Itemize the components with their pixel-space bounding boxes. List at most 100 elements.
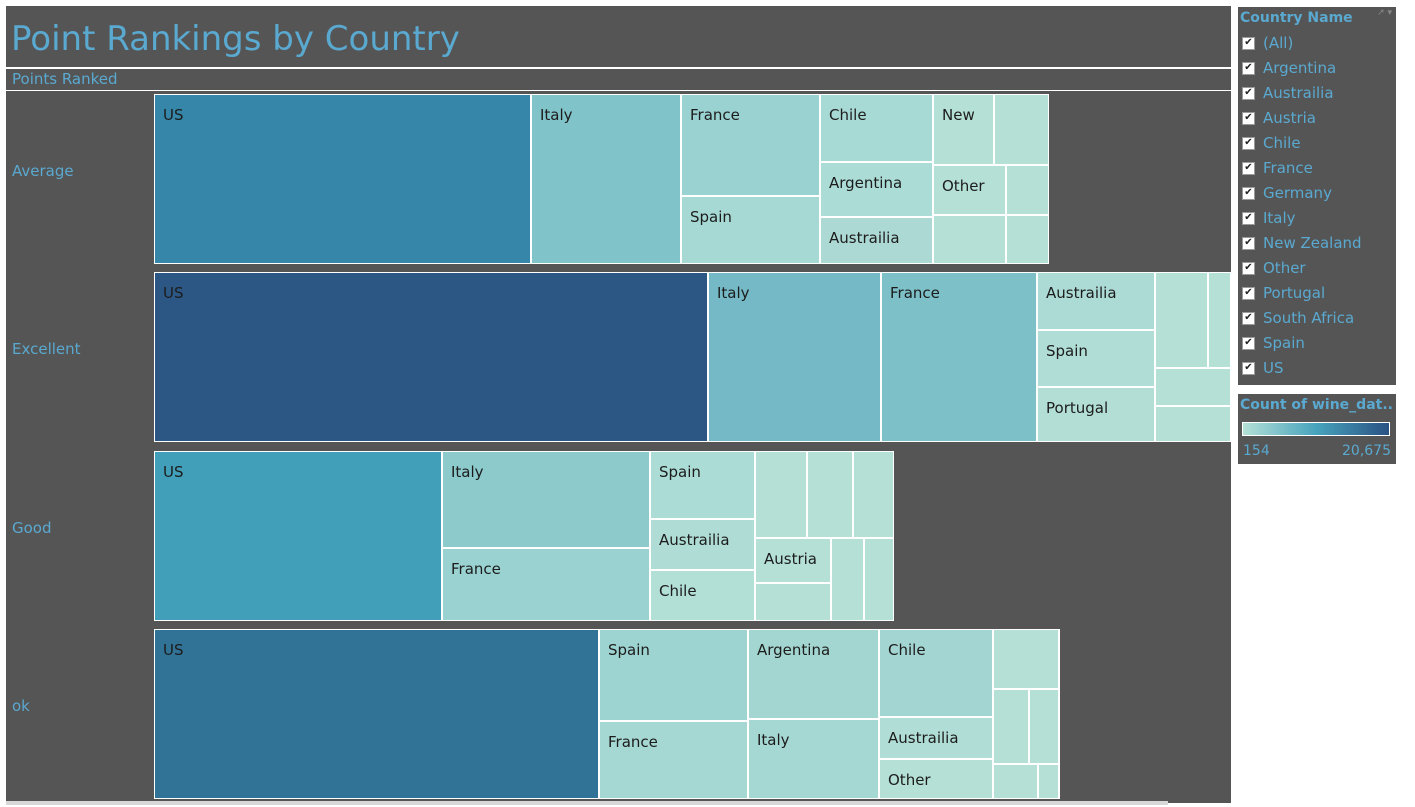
row-dimension-header[interactable]: Points Ranked bbox=[12, 70, 118, 88]
treemap-cell-italy[interactable]: Italy bbox=[442, 451, 650, 548]
treemap-cell-unlabeled[interactable] bbox=[755, 451, 807, 538]
filter-option-label: Argentina bbox=[1263, 59, 1337, 77]
title-bar: Point Rankings by Country bbox=[6, 6, 1231, 67]
treemap-cell-france[interactable]: France bbox=[881, 272, 1037, 442]
treemap-cell-unlabeled[interactable] bbox=[831, 538, 864, 621]
treemap-cell-chile[interactable]: Chile bbox=[650, 570, 755, 621]
cell-label: US bbox=[163, 106, 184, 124]
cell-label: Italy bbox=[757, 731, 790, 749]
filter-option-france[interactable]: ✔ France bbox=[1242, 157, 1313, 179]
treemap-cell-unlabeled[interactable] bbox=[1155, 368, 1231, 406]
treemap-cell-chile[interactable]: Chile bbox=[820, 94, 933, 162]
checkbox[interactable]: ✔ bbox=[1242, 311, 1255, 325]
filter-option-us[interactable]: ✔ US bbox=[1242, 357, 1284, 379]
filter-menu-icon[interactable]: ↗ ▾ bbox=[1377, 8, 1392, 18]
filter-option-label: Austria bbox=[1263, 109, 1316, 127]
checkbox[interactable]: ✔ bbox=[1242, 86, 1255, 100]
filter-option-label: US bbox=[1263, 359, 1284, 377]
treemap-cell-spain[interactable]: Spain bbox=[681, 196, 820, 264]
row-label-average[interactable]: Average bbox=[12, 162, 74, 180]
checkbox[interactable]: ✔ bbox=[1242, 361, 1255, 375]
chart-title: Point Rankings by Country bbox=[11, 19, 460, 59]
treemap-cell-unlabeled[interactable] bbox=[993, 689, 1029, 764]
horizontal-scrollbar[interactable] bbox=[6, 801, 1168, 805]
filter-option-italy[interactable]: ✔ Italy bbox=[1242, 207, 1296, 229]
cell-label: Spain bbox=[659, 463, 701, 481]
treemap-cell-spain[interactable]: Spain bbox=[599, 629, 748, 721]
checkbox[interactable]: ✔ bbox=[1242, 261, 1255, 275]
checkbox[interactable]: ✔ bbox=[1242, 36, 1255, 50]
treemap-cell-other[interactable]: Other bbox=[933, 165, 1006, 215]
treemap-cell-unlabeled[interactable] bbox=[807, 451, 853, 538]
cell-label: US bbox=[163, 284, 184, 302]
treemap-cell-chile[interactable]: Chile bbox=[879, 629, 993, 717]
treemap-cell-unlabeled[interactable] bbox=[993, 629, 1059, 689]
treemap-cell-portugal[interactable]: Portugal bbox=[1037, 387, 1155, 442]
row-label-good[interactable]: Good bbox=[12, 519, 52, 537]
treemap-cell-unlabeled[interactable] bbox=[1006, 165, 1049, 215]
treemap-cell-unlabeled[interactable] bbox=[853, 451, 894, 538]
treemap-cell-us[interactable]: US bbox=[154, 629, 599, 799]
treemap-cell-unlabeled[interactable] bbox=[933, 215, 1006, 264]
treemap-cell-new-zealand[interactable]: New bbox=[933, 94, 994, 165]
treemap-cell-unlabeled[interactable] bbox=[1006, 215, 1049, 264]
treemap-cell-france[interactable]: France bbox=[599, 721, 748, 799]
treemap-cell-other[interactable]: Other bbox=[879, 759, 993, 799]
filter-option-argentina[interactable]: ✔ Argentina bbox=[1242, 57, 1336, 79]
treemap-cell-italy[interactable]: Italy bbox=[531, 94, 681, 264]
cell-label: Portugal bbox=[1046, 399, 1109, 417]
treemap-cell-unlabeled[interactable] bbox=[1038, 764, 1059, 799]
treemap-cell-unlabeled[interactable] bbox=[755, 583, 831, 621]
checkbox[interactable]: ✔ bbox=[1242, 161, 1255, 175]
treemap-cell-italy[interactable]: Italy bbox=[708, 272, 881, 442]
treemap-cell-us[interactable]: US bbox=[154, 272, 708, 442]
filter-option-other[interactable]: ✔ Other bbox=[1242, 257, 1306, 279]
treemap-cell-us[interactable]: US bbox=[154, 94, 531, 264]
cell-label: Italy bbox=[540, 106, 573, 124]
cell-label: Spain bbox=[1046, 342, 1088, 360]
treemap-cell-austrailia[interactable]: Austrailia bbox=[1037, 272, 1155, 330]
checkbox[interactable]: ✔ bbox=[1242, 61, 1255, 75]
checkbox[interactable]: ✔ bbox=[1242, 236, 1255, 250]
filter-option-chile[interactable]: ✔ Chile bbox=[1242, 132, 1301, 154]
checkbox[interactable]: ✔ bbox=[1242, 186, 1255, 200]
row-label-excellent[interactable]: Excellent bbox=[12, 340, 81, 358]
treemap-cell-unlabeled[interactable] bbox=[1029, 689, 1059, 764]
treemap-cell-unlabeled[interactable] bbox=[994, 94, 1049, 165]
filter-option-new-zealand[interactable]: ✔ New Zealand bbox=[1242, 232, 1362, 254]
treemap-cell-unlabeled[interactable] bbox=[1155, 272, 1208, 368]
treemap-cell-austrailia[interactable]: Austrailia bbox=[879, 717, 993, 759]
filter-option-spain[interactable]: ✔ Spain bbox=[1242, 332, 1305, 354]
checkbox[interactable]: ✔ bbox=[1242, 336, 1255, 350]
cell-label: New bbox=[942, 106, 975, 124]
treemap-cell-unlabeled[interactable] bbox=[864, 538, 894, 621]
treemap-cell-italy[interactable]: Italy bbox=[748, 719, 879, 799]
checkbox[interactable]: ✔ bbox=[1242, 111, 1255, 125]
treemap-cell-spain[interactable]: Spain bbox=[1037, 330, 1155, 387]
filter-option-portugal[interactable]: ✔ Portugal bbox=[1242, 282, 1325, 304]
treemap-cell-argentina[interactable]: Argentina bbox=[820, 162, 933, 217]
row-label-ok[interactable]: ok bbox=[12, 697, 30, 715]
filter-option-austrailia[interactable]: ✔ Austrailia bbox=[1242, 82, 1334, 104]
treemap-cell-spain[interactable]: Spain bbox=[650, 451, 755, 519]
filter-option-south-africa[interactable]: ✔ South Africa bbox=[1242, 307, 1354, 329]
treemap-cell-unlabeled[interactable] bbox=[1155, 406, 1231, 442]
treemap-cell-austrailia[interactable]: Austrailia bbox=[650, 519, 755, 570]
treemap-cell-us[interactable]: US bbox=[154, 451, 442, 621]
treemap-cell-austrailia[interactable]: Austrailia bbox=[820, 217, 933, 264]
treemap-cell-france[interactable]: France bbox=[442, 548, 650, 621]
treemap-cell-unlabeled[interactable] bbox=[1208, 272, 1231, 368]
treemap-cell-france[interactable]: France bbox=[681, 94, 820, 196]
treemap-cell-argentina[interactable]: Argentina bbox=[748, 629, 879, 719]
filter-option-all[interactable]: ✔ (All) bbox=[1242, 32, 1293, 54]
checkbox[interactable]: ✔ bbox=[1242, 136, 1255, 150]
checkbox[interactable]: ✔ bbox=[1242, 286, 1255, 300]
filter-option-germany[interactable]: ✔ Germany bbox=[1242, 182, 1332, 204]
country-filter-panel: Country Name ↗ ▾ ✔ (All) ✔ Argentina ✔ Austra… bbox=[1238, 7, 1396, 385]
filter-option-austria[interactable]: ✔ Austria bbox=[1242, 107, 1316, 129]
filter-option-label: Germany bbox=[1263, 184, 1332, 202]
treemap-cell-austria[interactable]: Austria bbox=[755, 538, 831, 583]
checkbox[interactable]: ✔ bbox=[1242, 211, 1255, 225]
filter-option-label: Other bbox=[1263, 259, 1306, 277]
treemap-cell-unlabeled[interactable] bbox=[993, 764, 1038, 799]
